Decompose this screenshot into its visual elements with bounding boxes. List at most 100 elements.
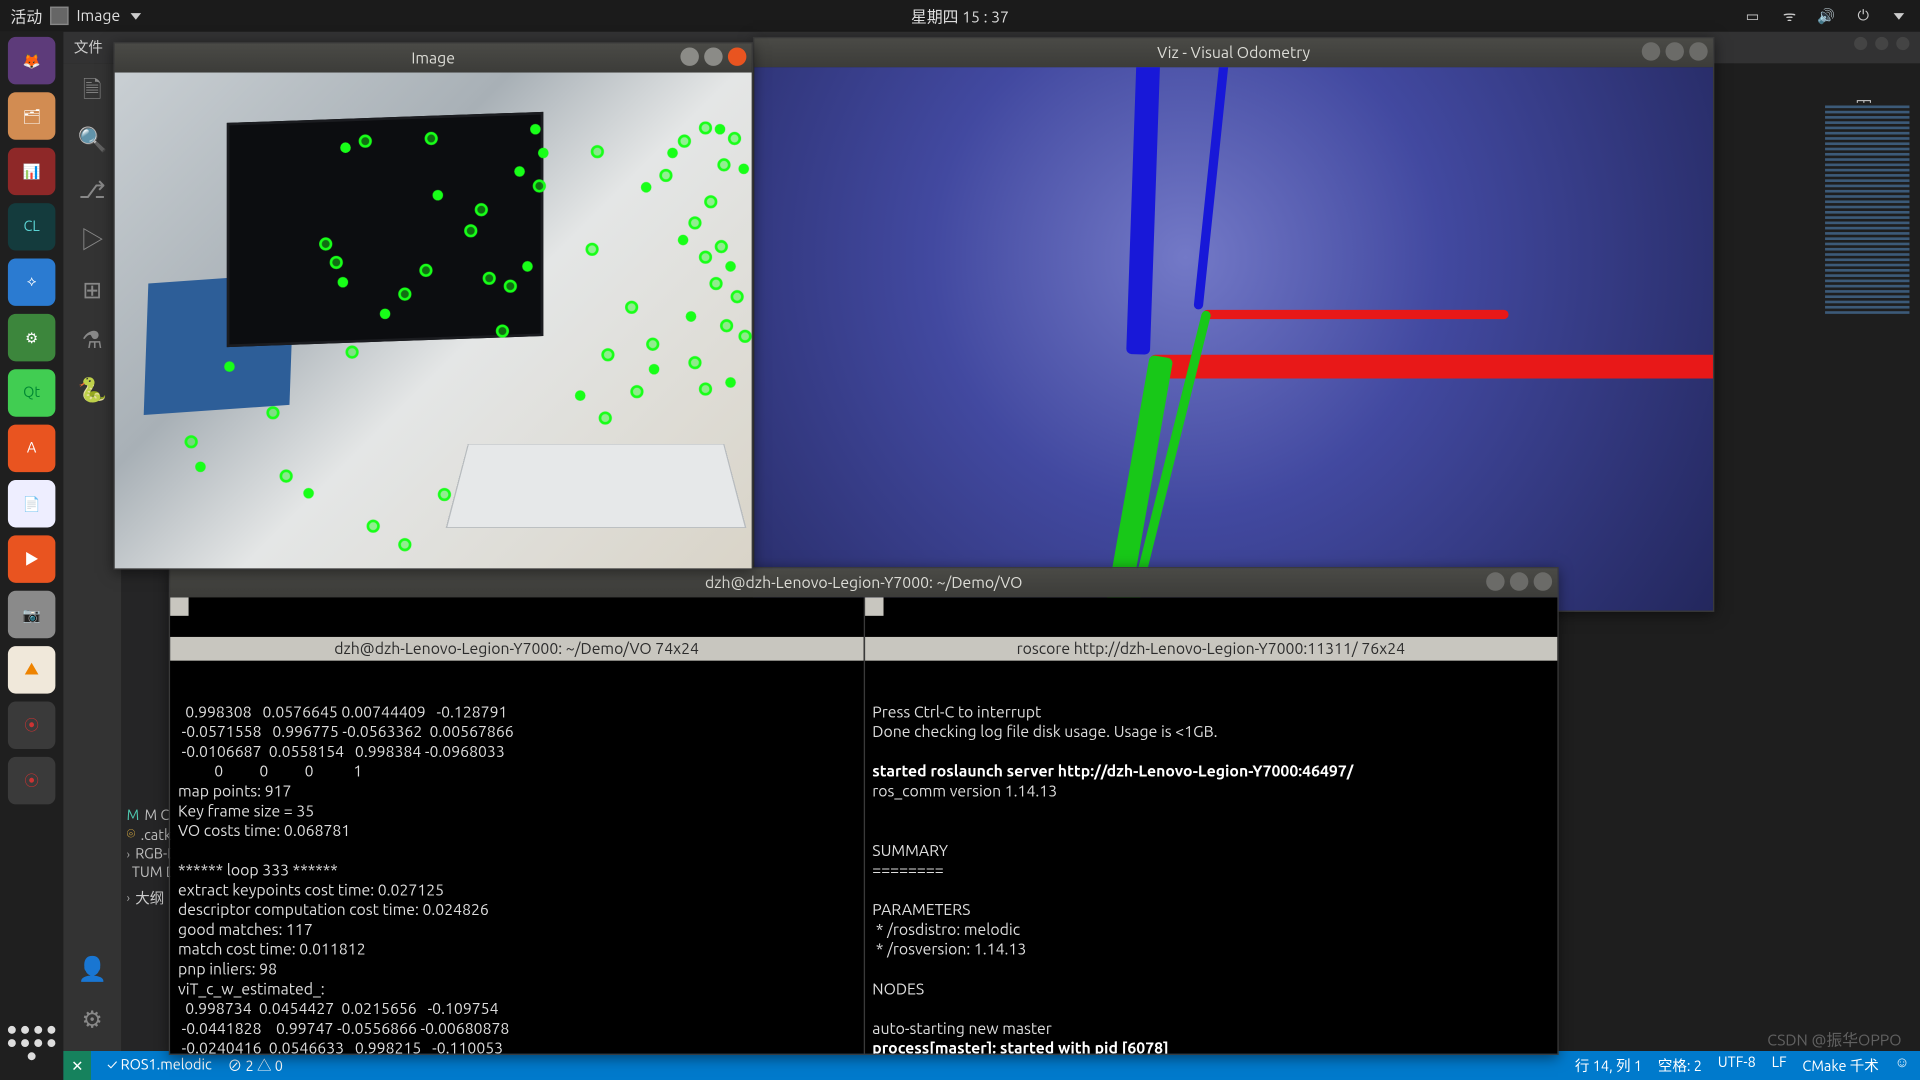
test-icon[interactable]: ⚗ xyxy=(76,324,108,356)
minimap[interactable] xyxy=(1820,103,1915,499)
dock-settings[interactable]: ⚙ xyxy=(8,314,55,361)
status-area[interactable]: ▭ ᯤ 🔊 ⏻ xyxy=(1743,7,1920,25)
app-menu-name[interactable]: Image xyxy=(77,7,121,24)
run-icon[interactable]: ▷ xyxy=(76,224,108,256)
dock-camera[interactable]: 📷 xyxy=(8,591,55,638)
clock[interactable]: 星期四 15 : 37 xyxy=(911,5,1009,27)
feature-point-icon xyxy=(699,121,712,134)
minimize-icon[interactable] xyxy=(1642,42,1660,60)
feature-point-icon xyxy=(725,377,736,388)
dock-software[interactable]: A xyxy=(8,425,55,472)
maximize-icon[interactable] xyxy=(1510,572,1528,590)
dock-vlc[interactable]: ▲ xyxy=(8,646,55,693)
search-icon[interactable]: 🔍 xyxy=(76,124,108,156)
image-titlebar[interactable]: Image xyxy=(115,44,752,73)
pane-menu-icon[interactable] xyxy=(170,597,188,615)
dock-clion[interactable]: CL xyxy=(8,203,55,250)
dock-record[interactable]: ⦿ xyxy=(8,702,55,749)
remote-indicator[interactable]: ✕ xyxy=(63,1051,91,1080)
power-icon: ⏻ xyxy=(1854,7,1872,25)
status-feedback-icon[interactable]: ☺ xyxy=(1895,1055,1910,1076)
feature-point-icon xyxy=(345,345,358,358)
feature-point-icon xyxy=(425,132,438,145)
feature-point-icon xyxy=(699,251,712,264)
close-icon[interactable] xyxy=(1896,37,1909,50)
minimize-icon[interactable] xyxy=(1854,37,1867,50)
image-window[interactable]: Image xyxy=(113,42,753,569)
gnome-topbar: 活动 Image 星期四 15 : 37 ▭ ᯤ 🔊 ⏻ xyxy=(0,0,1920,32)
feature-point-icon xyxy=(678,235,689,246)
terminal-window[interactable]: dzh@dzh-Lenovo-Legion-Y7000: ~/Demo/VO d… xyxy=(169,567,1559,1055)
status-indent[interactable]: 空格: 2 xyxy=(1658,1055,1702,1076)
close-icon[interactable] xyxy=(1689,42,1707,60)
prop-keyboard xyxy=(446,444,747,528)
gear-icon[interactable]: ⚙ xyxy=(76,1004,108,1036)
feature-point-icon xyxy=(438,488,451,501)
minimize-icon[interactable] xyxy=(680,47,698,65)
maximize-icon[interactable] xyxy=(1875,37,1888,50)
feature-point-icon xyxy=(483,272,496,285)
feature-point-icon xyxy=(667,148,678,159)
dock-qt[interactable]: Qt xyxy=(8,369,55,416)
dock-vscode[interactable]: ⟡ xyxy=(8,258,55,305)
status-problems[interactable]: ⊘ 2 △ 0 xyxy=(228,1055,283,1076)
account-icon[interactable]: 👤 xyxy=(76,953,108,985)
axis-x-icon xyxy=(1150,355,1713,379)
feature-point-icon xyxy=(731,290,744,303)
pane-title-left: dzh@dzh-Lenovo-Legion-Y7000: ~/Demo/VO 7… xyxy=(334,639,699,659)
terminal-body: dzh@dzh-Lenovo-Legion-Y7000: ~/Demo/VO 7… xyxy=(170,597,1557,1053)
feature-point-icon xyxy=(704,195,717,208)
feature-point-icon xyxy=(646,338,659,351)
feature-point-icon xyxy=(398,538,411,551)
feature-point-icon xyxy=(475,203,488,216)
feature-point-icon xyxy=(224,361,235,372)
dock-files[interactable]: 🗂 xyxy=(8,92,55,139)
dock-firefox[interactable]: 🦊 xyxy=(8,37,55,84)
terminal-titlebar[interactable]: dzh@dzh-Lenovo-Legion-Y7000: ~/Demo/VO xyxy=(170,568,1557,597)
close-icon[interactable] xyxy=(728,47,746,65)
feature-point-icon xyxy=(738,330,751,343)
status-encoding[interactable]: UTF-8 xyxy=(1718,1055,1756,1076)
minimize-icon[interactable] xyxy=(1486,572,1504,590)
maximize-icon[interactable] xyxy=(1665,42,1683,60)
close-icon[interactable] xyxy=(1534,572,1552,590)
show-applications-icon[interactable] xyxy=(8,1019,55,1066)
feature-point-icon xyxy=(319,237,332,250)
status-lang[interactable]: CMake 千术 xyxy=(1802,1055,1878,1076)
feature-point-icon xyxy=(496,324,509,337)
files-icon[interactable]: 🗎 xyxy=(76,74,108,106)
viz-titlebar[interactable]: Viz - Visual Odometry xyxy=(754,38,1713,67)
feature-point-icon xyxy=(709,277,722,290)
axis-z-icon xyxy=(1126,67,1162,354)
menu-file[interactable]: 文件 xyxy=(74,41,103,57)
terminal-pane-right[interactable]: roscore http://dzh-Lenovo-Legion-Y7000:1… xyxy=(863,597,1557,1053)
feature-point-icon xyxy=(641,182,652,193)
viz-viewport[interactable] xyxy=(754,67,1713,610)
pane-title-right: roscore http://dzh-Lenovo-Legion-Y7000:1… xyxy=(1017,639,1405,659)
wifi-icon: ᯤ xyxy=(1780,7,1798,25)
feature-point-icon xyxy=(514,166,525,177)
feature-point-icon xyxy=(601,348,614,361)
battery-icon: ▭ xyxy=(1743,7,1761,25)
feature-point-icon xyxy=(367,520,380,533)
feature-point-icon xyxy=(630,385,643,398)
pane-menu-icon[interactable] xyxy=(864,597,882,615)
source-control-icon[interactable]: ⎇ xyxy=(76,174,108,206)
viz-window[interactable]: Viz - Visual Odometry xyxy=(753,37,1714,612)
dock-system-monitor[interactable]: 📊 xyxy=(8,148,55,195)
feature-point-icon xyxy=(649,364,660,375)
python-icon[interactable]: 🐍 xyxy=(76,375,108,407)
status-eol[interactable]: LF xyxy=(1772,1055,1787,1076)
terminal-pane-left[interactable]: dzh@dzh-Lenovo-Legion-Y7000: ~/Demo/VO 7… xyxy=(170,597,863,1053)
feature-point-icon xyxy=(728,132,741,145)
feature-point-icon xyxy=(678,135,691,148)
status-branch[interactable]: ✓ ROS1.melodic xyxy=(107,1058,212,1074)
dock-record2[interactable]: ⦿ xyxy=(8,757,55,804)
terminal-title: dzh@dzh-Lenovo-Legion-Y7000: ~/Demo/VO xyxy=(705,574,1022,591)
dock-wps[interactable]: ▶ xyxy=(8,535,55,582)
maximize-icon[interactable] xyxy=(704,47,722,65)
status-cursor[interactable]: 行 14, 列 1 xyxy=(1575,1055,1642,1076)
extensions-icon[interactable]: ⊞ xyxy=(76,274,108,306)
dock-writer[interactable]: 📄 xyxy=(8,480,55,527)
activities-button[interactable]: 活动 xyxy=(11,5,43,27)
